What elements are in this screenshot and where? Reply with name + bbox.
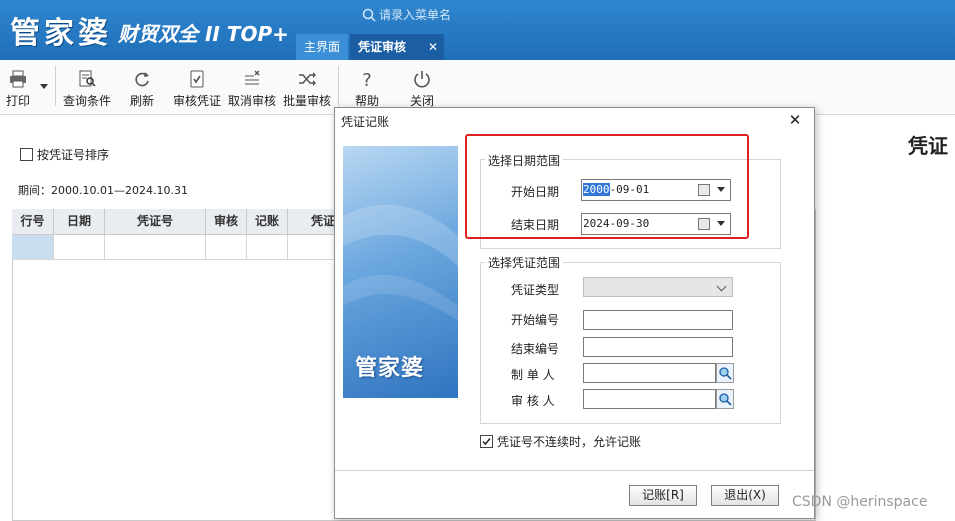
voucher-type-select[interactable] — [583, 277, 733, 297]
highlight-box — [465, 134, 749, 239]
auditor-lookup-button[interactable] — [716, 389, 734, 409]
exit-button[interactable]: 退出(X) — [711, 485, 779, 506]
column-header[interactable]: 凭证号 — [105, 209, 206, 234]
checkbox-checked — [480, 435, 493, 448]
auditor-input[interactable] — [583, 389, 716, 409]
column-header[interactable]: 日期 — [54, 209, 105, 234]
close-button[interactable]: 关闭 — [410, 70, 434, 109]
start-number-label: 开始编号 — [511, 313, 560, 327]
query-icon — [79, 70, 96, 87]
refresh-icon — [135, 72, 149, 87]
page-title: 凭证 — [908, 134, 948, 158]
menu-search[interactable]: 请录入菜单名 — [362, 6, 451, 23]
cancel-audit-button[interactable]: 取消审核 — [228, 70, 276, 109]
app-edition: 财贸双全 II TOP+ — [118, 22, 289, 46]
maker-lookup-button[interactable] — [716, 363, 734, 383]
toolbar-separator — [338, 66, 339, 106]
audit-icon — [190, 70, 204, 88]
table-cell[interactable] — [12, 235, 54, 259]
help-button[interactable]: ? 帮助 — [355, 70, 379, 109]
help-icon: ? — [362, 70, 372, 88]
print-button[interactable]: 打印 — [6, 70, 30, 109]
end-number-label: 结束编号 — [511, 342, 560, 356]
maker-input[interactable] — [583, 363, 716, 383]
watermark: CSDN @herinspace — [792, 494, 928, 510]
close-icon[interactable]: ✕ — [785, 111, 805, 129]
start-number-input[interactable] — [583, 310, 733, 330]
shuffle-icon — [299, 72, 316, 86]
column-header[interactable]: 行号 — [12, 209, 54, 234]
end-number-input[interactable] — [583, 337, 733, 357]
search-icon — [719, 393, 732, 406]
printer-icon — [10, 70, 26, 88]
voucher-range-legend: 选择凭证范围 — [485, 254, 564, 271]
batch-audit-button[interactable]: 批量审核 — [283, 70, 331, 109]
table-cell[interactable] — [105, 235, 206, 259]
table-cell[interactable] — [206, 235, 247, 259]
brand-banner: 管家婆 — [343, 146, 458, 398]
audit-voucher-button[interactable]: 审核凭证 — [173, 70, 221, 109]
chevron-down-icon — [716, 281, 727, 292]
tab-label: 凭证审核 — [358, 40, 407, 54]
check-icon — [482, 438, 491, 446]
table-cell[interactable] — [247, 235, 288, 259]
search-icon — [362, 8, 376, 22]
search-placeholder: 请录入菜单名 — [379, 8, 452, 22]
close-icon[interactable]: ✕ — [428, 34, 438, 60]
print-dropdown-icon[interactable] — [40, 84, 48, 89]
post-button[interactable]: 记账[R] — [629, 485, 697, 506]
period-label: 期间：2000.10.01—2024.10.31 — [18, 184, 188, 197]
column-header[interactable]: 审核 — [206, 209, 247, 234]
dialog-divider — [335, 470, 814, 471]
sort-by-voucher-checkbox[interactable]: 按凭证号排序 — [20, 146, 109, 163]
voucher-type-label: 凭证类型 — [511, 283, 560, 297]
checkbox-box — [20, 148, 33, 161]
refresh-button[interactable]: 刷新 — [130, 70, 154, 109]
column-header[interactable]: 记账 — [247, 209, 288, 234]
search-icon — [719, 367, 732, 380]
svg-text:?: ? — [362, 70, 372, 88]
table-cell[interactable] — [54, 235, 105, 259]
query-conditions-button[interactable]: 查询条件 — [63, 70, 111, 109]
banner-logo: 管家婆 — [355, 356, 425, 381]
tab-voucher-audit[interactable]: 凭证审核 ✕ — [350, 34, 444, 60]
maker-label: 制 单 人 — [511, 368, 555, 382]
cancel-audit-icon — [245, 70, 260, 85]
dialog-title: 凭证记账 — [341, 115, 390, 129]
app-logo: 管家婆 — [10, 16, 112, 51]
auditor-label: 审 核 人 — [511, 394, 555, 408]
tab-main[interactable]: 主界面 — [296, 34, 349, 60]
toolbar-separator — [55, 66, 56, 106]
power-icon — [414, 71, 430, 88]
allow-noncontinuous-checkbox[interactable]: 凭证号不连续时，允许记账 — [480, 433, 641, 450]
